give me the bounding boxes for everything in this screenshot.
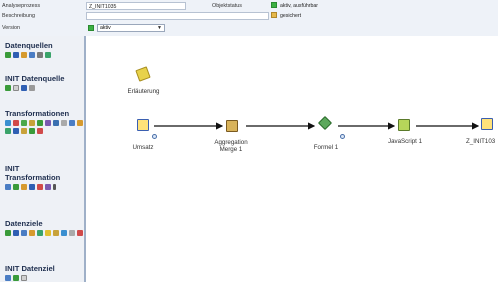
- flow-icon[interactable]: [5, 184, 11, 190]
- export-icon[interactable]: [29, 230, 35, 236]
- green-cube-icon[interactable]: [5, 52, 11, 58]
- section-title: INIT Datenquelle: [5, 74, 65, 83]
- label-beschreibung: Beschreibung: [2, 13, 35, 19]
- delete-target-icon[interactable]: [77, 230, 83, 236]
- datasource-icon[interactable]: [137, 119, 149, 131]
- split-icon[interactable]: [77, 120, 83, 126]
- version-value: aktiv: [100, 25, 111, 31]
- target-c-icon[interactable]: [21, 275, 27, 281]
- icon-palette: [5, 184, 83, 190]
- icon-palette: [5, 120, 83, 134]
- aggregate-icon[interactable]: [29, 120, 35, 126]
- row-version: Version aktiv ▼: [0, 24, 498, 34]
- icon-palette: [5, 275, 85, 281]
- script-icon[interactable]: [398, 119, 410, 131]
- abap-icon[interactable]: [45, 120, 51, 126]
- status-green-icon: [271, 2, 277, 8]
- table-target-icon[interactable]: [21, 230, 27, 236]
- plus-icon[interactable]: [13, 184, 19, 190]
- status-value: aktiv, ausführbar: [271, 2, 318, 11]
- header-properties: Analyseprozess Z_INIT1035 Objektstatus a…: [0, 0, 498, 37]
- file-icon[interactable]: [13, 85, 19, 91]
- target-a-icon[interactable]: [5, 275, 11, 281]
- section-init-datenziel: INIT Datenziel: [5, 264, 85, 281]
- chevron-down-icon: ▼: [157, 25, 162, 31]
- filter-icon[interactable]: [5, 120, 11, 126]
- grid-icon[interactable]: [21, 85, 27, 91]
- icon-palette: [5, 52, 85, 58]
- process-canvas[interactable]: Erläuterung Umsatz Aggregation Merge 1 F…: [86, 36, 498, 282]
- version-select[interactable]: aktiv ▼: [97, 24, 165, 32]
- file-target-icon[interactable]: [37, 230, 43, 236]
- section-title: Transformationen: [5, 109, 70, 118]
- status-text: aktiv, ausführbar: [280, 3, 318, 9]
- chart-icon[interactable]: [21, 128, 27, 134]
- join-icon[interactable]: [13, 120, 19, 126]
- delete-icon[interactable]: [37, 128, 43, 134]
- section-init-datenquelle: INIT Datenquelle: [5, 74, 85, 91]
- lock-text: gesichert: [280, 13, 302, 19]
- db-target-icon[interactable]: [13, 230, 19, 236]
- link-icon[interactable]: [45, 52, 51, 58]
- node-settings-icon[interactable]: [340, 134, 345, 139]
- grid-target-icon[interactable]: [69, 230, 75, 236]
- warn-icon[interactable]: [45, 230, 51, 236]
- section-title: INIT Datenziel: [5, 264, 55, 273]
- section-datenquellen: Datenquellen: [5, 41, 85, 58]
- sort-icon[interactable]: [21, 120, 27, 126]
- list-icon[interactable]: [61, 120, 67, 126]
- version-status-icon: [88, 25, 94, 31]
- query-icon[interactable]: [37, 52, 43, 58]
- section-init-transformation: INIT Transformation: [5, 164, 85, 190]
- lock-icon: [271, 12, 277, 18]
- status-label: Objektstatus: [212, 3, 242, 9]
- node-label-aggregation: Aggregation Merge 1: [214, 139, 248, 153]
- calc-icon[interactable]: [5, 128, 11, 134]
- row-beschreibung: Beschreibung gesichert: [0, 12, 498, 22]
- row-analyseprozess: Analyseprozess Z_INIT1035 Objektstatus a…: [0, 2, 498, 12]
- cube-icon[interactable]: [29, 128, 35, 134]
- doc-icon[interactable]: [29, 85, 35, 91]
- node-label-target: Z_INIT103: [466, 138, 496, 145]
- version-field: aktiv ▼: [86, 24, 166, 33]
- icon-palette: [5, 230, 83, 236]
- section-title: Datenquellen: [5, 41, 53, 50]
- box-icon[interactable]: [29, 184, 35, 190]
- node-label-umsatz: Umsatz: [132, 144, 154, 151]
- section-title: INIT Transformation: [5, 164, 61, 182]
- union-icon[interactable]: [53, 120, 59, 126]
- section-transformationen: Transformationen: [5, 109, 85, 134]
- target-b-icon[interactable]: [13, 275, 19, 281]
- icon-palette: [5, 85, 85, 91]
- analyseprozess-field[interactable]: Z_INIT1035: [86, 2, 186, 10]
- infocube-icon[interactable]: [21, 52, 27, 58]
- label-version: Version: [2, 25, 20, 31]
- split2-icon[interactable]: [21, 184, 27, 190]
- source-icon[interactable]: [5, 85, 11, 91]
- beschreibung-field[interactable]: [86, 12, 269, 20]
- merge-icon[interactable]: [69, 120, 75, 126]
- js-icon[interactable]: [45, 184, 51, 190]
- section-title: Datenziele: [5, 219, 43, 228]
- node-label-formel: Formel 1: [313, 144, 339, 151]
- blue-db-icon[interactable]: [13, 52, 19, 58]
- link-target-icon[interactable]: [61, 230, 67, 236]
- lock-value: gesichert: [271, 12, 301, 21]
- chart-target-icon[interactable]: [53, 230, 59, 236]
- list2-icon[interactable]: [13, 128, 19, 134]
- funnel-icon[interactable]: [37, 184, 43, 190]
- label-analyseprozess: Analyseprozess: [2, 3, 41, 9]
- datatarget-icon[interactable]: [481, 118, 493, 130]
- node-label-javascript: JavaScript 1: [387, 138, 423, 145]
- cube-target-icon[interactable]: [5, 230, 11, 236]
- section-datenziele: Datenziele: [5, 219, 85, 236]
- formula-icon[interactable]: [37, 120, 43, 126]
- node-label-erlauterung: Erläuterung: [127, 88, 160, 95]
- table-icon[interactable]: [29, 52, 35, 58]
- bar-icon[interactable]: [53, 184, 56, 190]
- aggregation-icon[interactable]: [226, 120, 238, 132]
- node-settings-icon[interactable]: [152, 134, 157, 139]
- sidebar: Datenquellen INIT Datenquelle Transforma…: [0, 36, 86, 282]
